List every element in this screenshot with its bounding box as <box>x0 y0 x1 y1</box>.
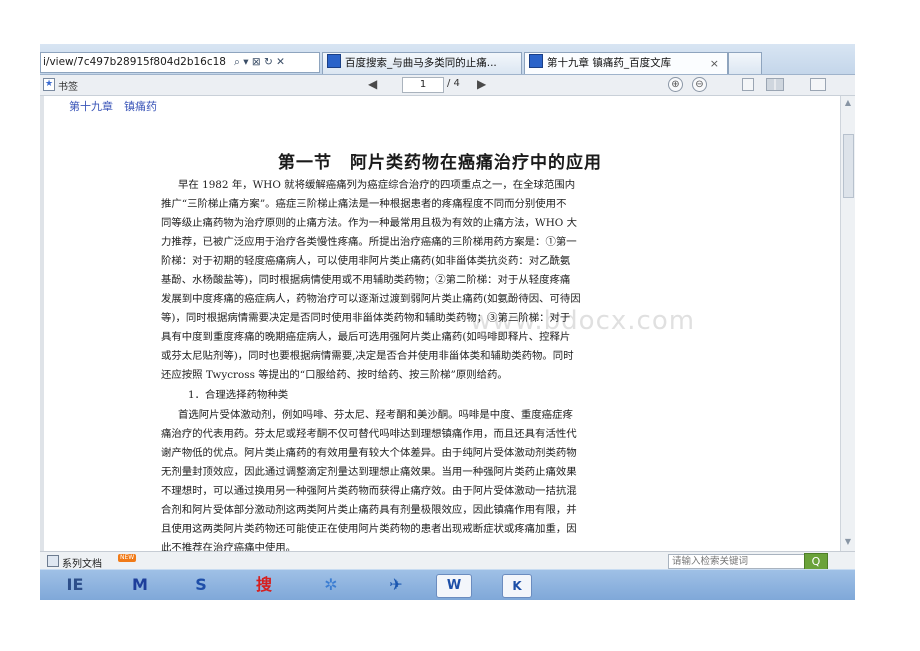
series-docs-label[interactable]: 系列文档 <box>62 555 102 570</box>
text-line: 痛治疗的代表用药。芬太尼或羟考酮不仅可替代吗啡达到理想镇痛作用，而且还具有活性代 <box>161 428 577 440</box>
page-total: / 4 <box>447 78 460 89</box>
tab-baidu-wenku[interactable]: 第十九章 镇痛药_百度文库 × <box>524 52 728 74</box>
page-number-input[interactable]: 1 <box>402 77 444 93</box>
maxthon-icon[interactable]: M <box>127 574 153 596</box>
text-line: 推广“三阶梯止痛方案”。癌症三阶梯止痛法是一种根据患者的疼痛程度不同而分别使用不 <box>161 198 567 210</box>
text-line: 无剂量封顶效应，因此通过调整滴定剂量达到理想止痛效果。当用一种强阿片类药止痛效果 <box>161 466 577 478</box>
scroll-down-icon[interactable]: ▼ <box>843 537 853 547</box>
text-line: 等)，同时根据病情需要决定是否同时使用非甾体类药物和辅助类药物；③第三阶梯：对于 <box>161 312 571 324</box>
search-input[interactable] <box>668 554 806 569</box>
next-page-arrow-icon[interactable]: ▶ <box>477 77 486 91</box>
new-badge: NEW <box>118 554 137 562</box>
series-docs-icon[interactable] <box>47 555 59 567</box>
status-bar: 系列文档 NEW Q <box>40 551 855 570</box>
zoom-in-icon[interactable]: ⊕ <box>668 77 683 92</box>
document-page: 第十九章 镇痛药 第一节 阿片类药物在癌痛治疗中的应用 www.bdocx.co… <box>40 96 840 551</box>
text-line: 阶梯：对于初期的轻度癌痛病人，可以使用非阿片类止痛药(如非甾体类抗炎药：对乙酰氨 <box>161 255 571 267</box>
word-icon[interactable]: W <box>436 574 472 598</box>
text-line: 不理想时，可以通过换用另一种强阿片类药物而获得止痛疗效。由于阿片受体激动一拮抗混 <box>161 485 577 497</box>
address-url[interactable]: i/view/7c497b28915f804d2b16c18 <box>43 53 233 72</box>
subheading: 1．合理选择药物种类 <box>188 389 289 401</box>
baidu-icon <box>529 54 543 68</box>
tab-label: 百度搜索_与曲马多类同的止痛... <box>345 57 497 69</box>
fullscreen-icon[interactable] <box>810 78 826 91</box>
address-controls-icon[interactable]: ⌕ ▾ ⊠ ↻ ✕ <box>234 53 285 72</box>
scroll-thumb[interactable] <box>843 134 854 198</box>
text-line: 早在 1982 年，WHO 就将缓解癌痛列为癌症综合治疗的四项重点之一，在全球范… <box>178 179 576 191</box>
tab-baidu-search[interactable]: 百度搜索_与曲马多类同的止痛... <box>322 52 522 74</box>
text-line: 此不推荐在治疗癌痛中使用。 <box>161 542 297 551</box>
sogou-pinyin-icon[interactable]: 搜 <box>251 574 277 596</box>
vertical-scrollbar[interactable]: ▲ ▼ <box>840 96 855 551</box>
k-app-icon[interactable]: K <box>502 574 532 598</box>
close-tab-icon[interactable]: × <box>710 53 719 74</box>
snowflake-app-icon[interactable]: ✲ <box>318 574 344 596</box>
text-line: 谢产物低的优点。阿片类止痛药的有效用量有较大个体差异。由于纯阿片受体激动剂类药物 <box>161 447 577 459</box>
prev-page-arrow-icon[interactable]: ◀ <box>368 77 377 91</box>
text-line: 同等级止痛药物为治疗原则的止痛方法。作为一种最常用且极为有效的止痛方法，WHO … <box>161 217 578 229</box>
scroll-up-icon[interactable]: ▲ <box>843 98 853 108</box>
single-page-view-icon[interactable] <box>742 78 754 91</box>
text-line: 合剂和阿片受体部分激动剂这两类阿片类止痛药具有剂量极限效应，因此镇痛作用有限，并 <box>161 504 577 516</box>
section-title: 第一节 阿片类药物在癌痛治疗中的应用 <box>278 153 602 173</box>
address-bar[interactable]: i/view/7c497b28915f804d2b16c18 ⌕ ▾ ⊠ ↻ ✕ <box>40 52 320 73</box>
text-line: 首选阿片受体激动剂，例如吗啡、芬太尼、羟考酮和美沙酮。吗啡是中度、重度癌症疼 <box>178 409 573 421</box>
text-line: 具有中度到重度疼痛的晚期癌症病人，最后可选用强阿片类止痛药(如吗啡即释片、控释片 <box>161 331 571 343</box>
baidu-icon <box>327 54 341 68</box>
text-line: 且使用这两类阿片类药物还可能使正在使用阿片类药物的患者出现戒断症状或疼痛加重，因 <box>161 523 577 535</box>
text-line: 力推荐，已被广泛应用于治疗各类慢性疼痛。所提出治疗癌痛的三阶梯用药方案是：①第一 <box>161 236 577 248</box>
sogou-icon[interactable]: S <box>188 574 214 596</box>
chapter-header: 第十九章 镇痛药 <box>69 100 157 113</box>
text-line: 还应按照 Twycross 等提出的“口服给药、按时给药、按三阶梯”原则给药。 <box>161 369 508 381</box>
reader-toolbar: ★ 书签 ◀ 1 / 4 ▶ ⊕ ⊖ <box>40 75 855 96</box>
tab-label: 第十九章 镇痛药_百度文库 <box>547 57 672 69</box>
zoom-out-icon[interactable]: ⊖ <box>692 77 707 92</box>
bookmark-icon[interactable]: ★ <box>43 78 55 91</box>
double-page-view-icon[interactable] <box>766 78 784 91</box>
search-button[interactable]: Q <box>804 553 828 570</box>
tab-bar: i/view/7c497b28915f804d2b16c18 ⌕ ▾ ⊠ ↻ ✕… <box>40 44 855 75</box>
text-line: 发展到中度疼痛的癌症病人，药物治疗可以逐渐过渡到弱阿片类止痛药(如氨酚待因、可待… <box>161 293 581 305</box>
text-line: 或芬太尼贴剂等)，同时也要根据病情需要,决定是否合并使用非甾体类和辅助类药物。同… <box>161 350 574 362</box>
browser-window: i/view/7c497b28915f804d2b16c18 ⌕ ▾ ⊠ ↻ ✕… <box>40 44 855 600</box>
bookmark-label[interactable]: 书签 <box>58 78 78 93</box>
new-tab-button[interactable] <box>728 52 762 74</box>
ie-icon[interactable]: IE <box>62 574 88 596</box>
taskbar: IE M S 搜 ✲ ✈ W K <box>40 569 855 600</box>
text-line: 基酚、水杨酸盐等)，同时根据病情使用或不用辅助类药物；②第二阶梯：对于从轻度疼痛 <box>161 274 571 286</box>
plane-app-icon[interactable]: ✈ <box>383 574 409 596</box>
